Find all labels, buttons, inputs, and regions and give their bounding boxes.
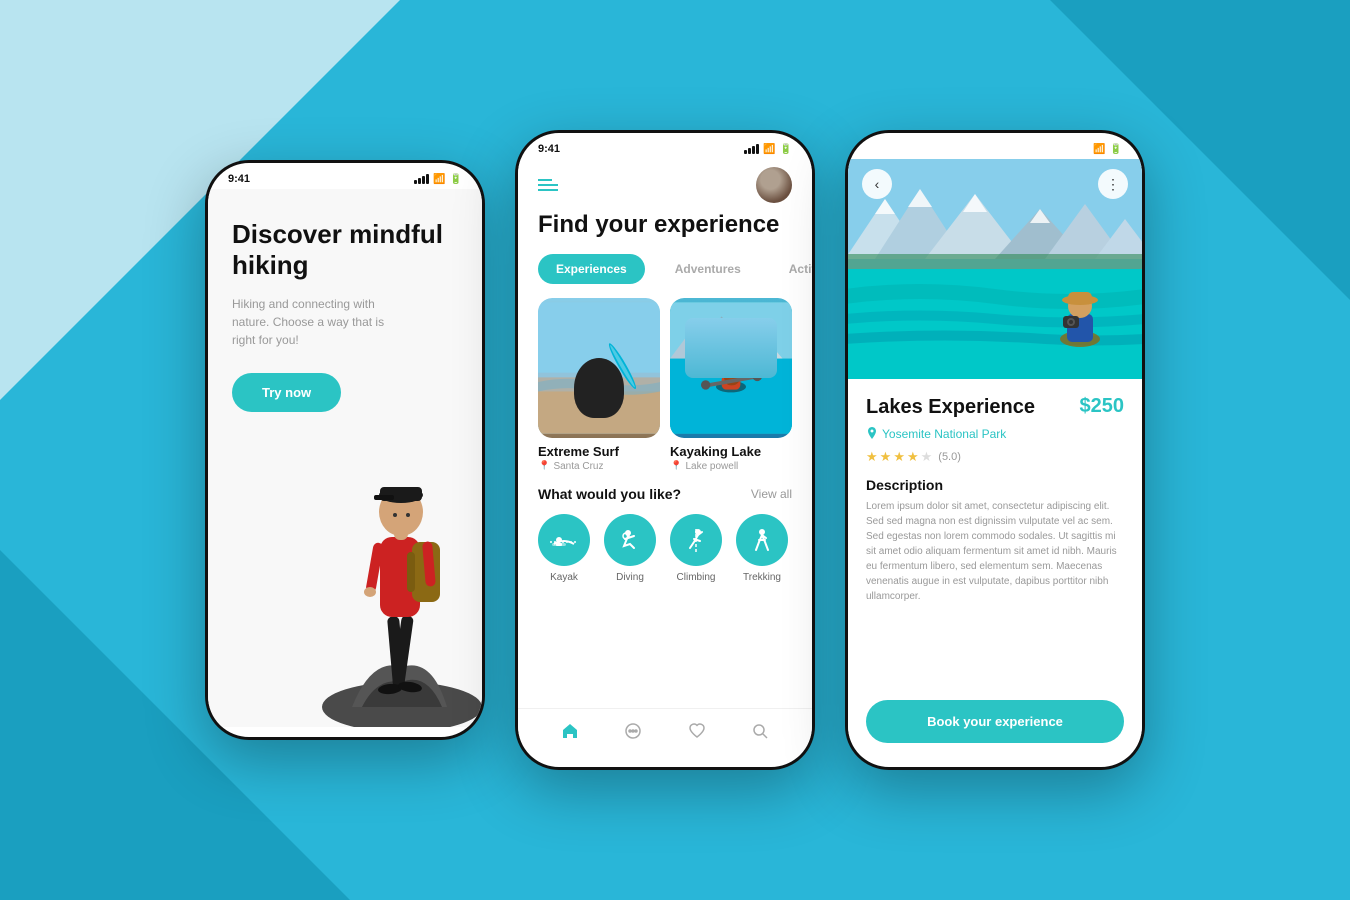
activity-diving-icon [604,514,656,566]
detail-location: Yosemite National Park [866,427,1124,441]
star-1: ★ [866,449,878,465]
activity-kayak[interactable]: Kayak [538,514,590,583]
activity-trekking-label: Trekking [743,572,781,583]
phone2-time: 9:41 [538,143,560,155]
location-icon: 📍 [670,461,682,472]
card-kayak-location: 📍 Lake powell [670,461,792,472]
nav-heart[interactable] [685,719,709,743]
phone2-status-bar: 9:41 📶 🔋 [518,133,812,159]
phone2-content: Find your experience Experiences Adventu… [518,159,812,757]
activity-climbing-icon [670,514,722,566]
battery-icon: 🔋 [450,174,462,185]
activity-trekking[interactable]: Trekking [736,514,788,583]
phone1-status-bar: 9:41 📶 🔋 [208,163,482,189]
star-3: ★ [893,449,905,465]
description-text: Lorem ipsum dolor sit amet, consectetur … [866,499,1124,604]
user-avatar[interactable] [756,167,792,203]
signal-icon [1074,144,1089,154]
wifi-icon: 📶 [433,174,445,185]
nav-home[interactable] [558,719,582,743]
card-surf-location: 📍 Santa Cruz [538,461,660,472]
location-icon [866,427,878,441]
more-button[interactable]: ⋮ [1098,169,1128,199]
signal-icon [414,174,429,184]
activity-trekking-icon [736,514,788,566]
card-surf[interactable]: Extreme Surf 📍 Santa Cruz [538,298,660,472]
lake-hero-image: ‹ ⋮ [848,159,1142,379]
view-all-link[interactable]: View all [751,487,792,501]
card-surf-title: Extreme Surf [538,444,660,459]
bottom-nav [518,708,812,757]
tab-adventures[interactable]: Adventures [657,254,759,284]
kayak-image [670,298,792,438]
battery-icon: 🔋 [1110,144,1122,155]
activities-row: Kayak Diving [518,514,812,597]
back-button[interactable]: ‹ [862,169,892,199]
what-row: What would you like? View all [518,486,812,514]
what-label: What would you like? [538,486,681,502]
location-icon: 📍 [538,461,550,472]
surf-image [538,298,660,438]
phone1-title: Discover mindful hiking [232,219,458,281]
nav-search[interactable] [748,719,772,743]
star-2: ★ [880,449,892,465]
detail-content: Lakes Experience $250 Yosemite National … [848,379,1142,690]
activity-climbing-label: Climbing [677,572,716,583]
activity-climbing[interactable]: Climbing [670,514,722,583]
tab-experiences[interactable]: Experiences [538,254,645,284]
rating-value: (5.0) [938,451,961,463]
wifi-icon: 📶 [763,144,775,155]
card-kayak-title: Kayaking Lake [670,444,792,459]
description-title: Description [866,477,1124,493]
activity-diving[interactable]: Diving [604,514,656,583]
menu-icon[interactable] [538,179,558,191]
phone1-status-icons: 📶 🔋 [414,174,462,185]
phone3-time: 9:41 [868,143,890,155]
phones-container: 9:41 📶 🔋 Discover mindful hiking Hiking … [205,130,1145,770]
battery-icon: 🔋 [780,144,792,155]
phone1-content: Discover mindful hiking Hiking and conne… [208,189,482,727]
hiker-image [292,337,482,727]
experience-cards: Extreme Surf 📍 Santa Cruz [518,298,812,486]
book-button[interactable]: Book your experience [866,700,1124,743]
detail-header: Lakes Experience $250 [866,395,1124,419]
card-kayak[interactable]: Kayaking Lake 📍 Lake powell [670,298,792,472]
phone3-status-icons: 📶 🔋 [1074,144,1122,155]
wifi-icon: 📶 [1093,144,1105,155]
phone-2: 9:41 📶 🔋 [515,130,815,770]
star-4: ★ [907,449,919,465]
signal-icon [744,144,759,154]
phone3-status-bar: 9:41 📶 🔋 [848,133,1142,159]
phone2-title: Find your experience [518,211,812,254]
location-text: Yosemite National Park [882,427,1006,441]
activity-kayak-label: Kayak [550,572,578,583]
phone-3: 9:41 📶 🔋 [845,130,1145,770]
activity-diving-label: Diving [616,572,644,583]
phone3-content: ‹ ⋮ Lakes Experience $250 Yosemite Natio… [848,159,1142,757]
phone1-time: 9:41 [228,173,250,185]
star-5: ★ [921,449,933,465]
detail-price: $250 [1080,395,1125,418]
phone-1: 9:41 📶 🔋 Discover mindful hiking Hiking … [205,160,485,740]
phone2-status-icons: 📶 🔋 [744,144,792,155]
stars-row: ★ ★ ★ ★ ★ (5.0) [866,449,1124,465]
activity-kayak-icon [538,514,590,566]
tab-activities[interactable]: Activities [771,254,812,284]
phone2-header [518,159,812,211]
detail-title: Lakes Experience [866,395,1035,419]
tabs-row: Experiences Adventures Activities [518,254,812,298]
nav-chat[interactable] [621,719,645,743]
